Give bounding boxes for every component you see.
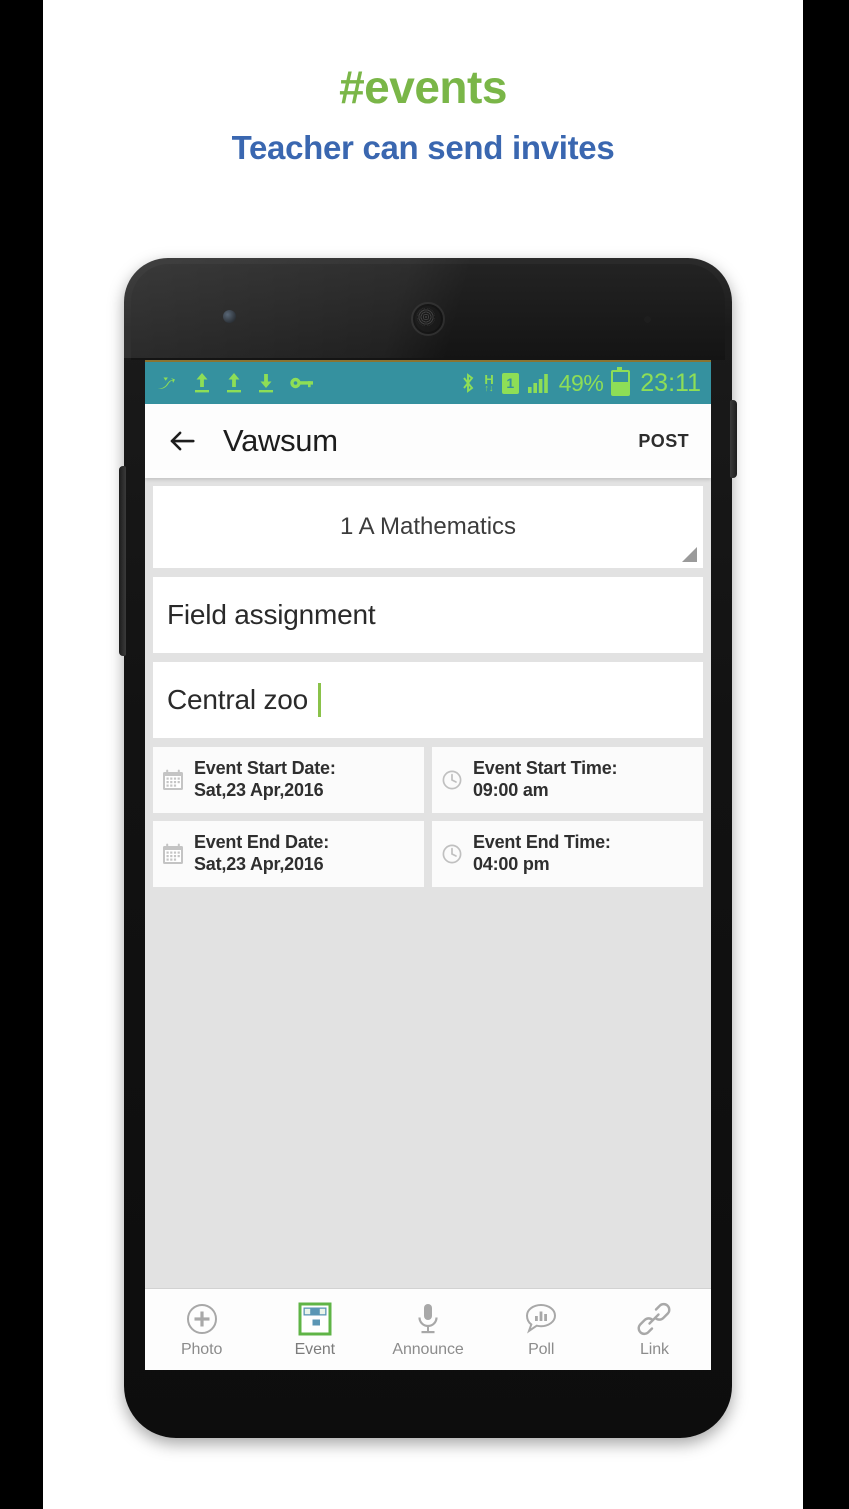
event-end-time-label: Event End Time: <box>473 832 611 853</box>
download-squiggle-icon <box>158 377 175 389</box>
event-title-value: Field assignment <box>167 599 376 630</box>
event-start-date-text: Event Start Date: Sat,23 Apr,2016 <box>194 758 336 802</box>
vpn-key-icon <box>290 377 313 389</box>
post-button[interactable]: POST <box>638 431 689 452</box>
app-bar: Vawsum POST <box>145 404 711 478</box>
event-start-date-value: Sat,23 Apr,2016 <box>194 780 324 800</box>
status-bar-right-icons: H ↑↓ 1 49% 23:11 <box>460 367 701 398</box>
network-type-indicator: H ↑↓ <box>484 373 494 393</box>
event-end-time-field[interactable]: Event End Time: 04:00 pm <box>432 821 703 887</box>
status-bar: H ↑↓ 1 49% 23:11 <box>145 360 711 404</box>
status-bar-left-icons <box>155 371 460 395</box>
event-start-time-text: Event Start Time: 09:00 am <box>473 758 618 802</box>
toolbar-item-link[interactable]: Link <box>598 1300 711 1359</box>
page-canvas: #events Teacher can send invites H ↑↓ 1 … <box>43 0 803 1509</box>
toolbar-label-poll: Poll <box>528 1341 555 1358</box>
toolbar-label-photo: Photo <box>180 1341 223 1358</box>
class-spinner[interactable]: 1 A Mathematics <box>153 486 703 568</box>
event-description-value: Central zoo <box>167 684 308 715</box>
event-end-date-label: Event End Date: <box>194 832 330 853</box>
event-start-date-label: Event Start Date: <box>194 758 336 779</box>
microphone-icon <box>411 1300 445 1338</box>
earpiece-speaker-icon <box>411 302 445 336</box>
upload-arrow-icon <box>227 373 241 393</box>
event-end-date-text: Event End Date: Sat,23 Apr,2016 <box>194 832 329 876</box>
toolbar-item-poll[interactable]: Poll <box>485 1300 598 1359</box>
sim-card-indicator: 1 <box>501 372 519 394</box>
calendar-icon <box>163 843 183 864</box>
event-title-input[interactable]: Field assignment <box>153 577 703 653</box>
event-end-date-field[interactable]: Event End Date: Sat,23 Apr,2016 <box>153 821 424 887</box>
plus-circle-icon <box>184 1300 220 1338</box>
chain-link-icon <box>637 1300 671 1338</box>
clock-icon <box>442 844 462 864</box>
battery-icon <box>611 367 631 396</box>
event-end-time-text: Event End Time: 04:00 pm <box>473 832 611 876</box>
toolbar-item-event[interactable]: Event <box>258 1300 371 1359</box>
event-start-row: Event Start Date: Sat,23 Apr,2016 Event … <box>153 747 703 813</box>
phone-mockup: H ↑↓ 1 49% 23:11 Vawsum POST 1 A Mathema… <box>119 258 737 1438</box>
event-end-time-value: 04:00 pm <box>473 854 550 874</box>
power-button[interactable] <box>730 400 737 478</box>
phone-screen: H ↑↓ 1 49% 23:11 Vawsum POST 1 A Mathema… <box>145 360 711 1370</box>
signal-bars-icon <box>527 374 548 393</box>
text-caret <box>318 683 321 717</box>
spinner-triangle-icon <box>682 547 697 562</box>
clock-icon <box>442 770 462 790</box>
page-title: #events <box>339 61 507 113</box>
event-start-time-value: 09:00 am <box>473 780 549 800</box>
toolbar-item-announce[interactable]: Announce <box>371 1300 484 1359</box>
back-arrow-icon[interactable] <box>167 426 197 456</box>
bluetooth-icon <box>463 373 474 393</box>
front-camera-icon <box>223 310 236 323</box>
page-subtitle: Teacher can send invites <box>231 128 615 166</box>
app-title: Vawsum <box>223 423 338 458</box>
volume-button[interactable] <box>119 466 126 656</box>
clock-label: 23:11 <box>640 368 701 397</box>
class-spinner-value: 1 A Mathematics <box>339 513 517 540</box>
battery-percent-label: 49% <box>558 369 604 396</box>
toolbar-label-event: Event <box>294 1341 336 1358</box>
event-start-time-label: Event Start Time: <box>473 758 618 779</box>
proximity-sensor-icon <box>644 316 651 323</box>
bottom-toolbar: Photo Event Announce Poll Link <box>145 1288 711 1370</box>
event-end-date-value: Sat,23 Apr,2016 <box>194 854 324 874</box>
upload-arrow-icon <box>195 373 209 393</box>
toolbar-label-announce: Announce <box>392 1341 464 1358</box>
event-form: 1 A Mathematics Field assignment Central… <box>145 478 711 887</box>
toolbar-label-link: Link <box>639 1341 669 1358</box>
network-arrows-icon: ↑↓ <box>484 382 494 393</box>
poll-bubble-icon <box>523 1300 559 1338</box>
toolbar-item-photo[interactable]: Photo <box>145 1300 258 1359</box>
event-description-input[interactable]: Central zoo <box>153 662 703 738</box>
event-end-row: Event End Date: Sat,23 Apr,2016 Event En… <box>153 821 703 887</box>
promo-header: #events Teacher can send invites <box>43 62 803 167</box>
calendar-icon <box>163 769 183 790</box>
download-arrow-icon <box>259 374 273 393</box>
event-start-date-field[interactable]: Event Start Date: Sat,23 Apr,2016 <box>153 747 424 813</box>
event-start-time-field[interactable]: Event Start Time: 09:00 am <box>432 747 703 813</box>
calendar-event-icon <box>298 1300 332 1338</box>
